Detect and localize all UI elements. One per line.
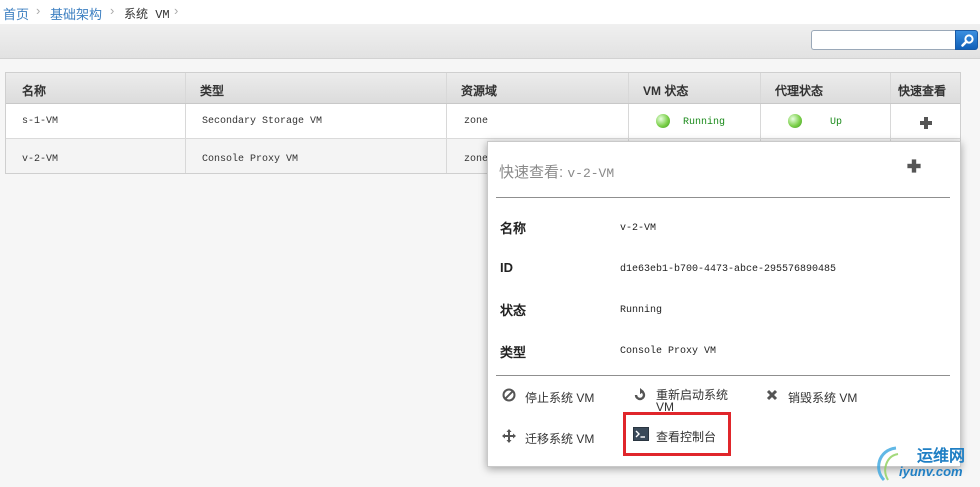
detail-label-type: 类型 (500, 345, 527, 360)
watermark-cn: 运维网 (917, 448, 966, 465)
vm-state: Running (683, 117, 726, 128)
destroy-x-icon (766, 389, 778, 401)
breadcrumb-current: 系统 VM (124, 8, 170, 22)
detail-label-state: 状态 (500, 303, 527, 318)
vm-zone: zone (464, 154, 489, 165)
quickview-panel: 快速查看: v-2-VM 名称 v-2-VM ID d1e63eb1-b700-… (487, 141, 961, 467)
table-header-row: 名称 类型 资源域 VM 状态 代理状态 快速查看 (6, 73, 960, 104)
detail-value-state: Running (620, 305, 663, 316)
column-header-agent-state[interactable]: 代理状态 (761, 73, 891, 103)
detail-value-name: v-2-VM (620, 223, 657, 234)
detail-label-name: 名称 (500, 221, 527, 236)
breadcrumb: 首页 › 基础架构 › 系统 VM › (0, 0, 980, 24)
quickview-plus-icon[interactable] (920, 117, 932, 129)
vm-zone: zone (464, 116, 489, 127)
quickview-expand-plus-icon[interactable] (907, 159, 921, 173)
divider (496, 375, 950, 376)
breadcrumb-separator-icon: › (36, 3, 41, 18)
column-header-name[interactable]: 名称 (6, 73, 186, 103)
detail-label-id: ID (500, 260, 513, 275)
vm-type: Secondary Storage VM (202, 116, 323, 127)
divider (496, 197, 950, 198)
agent-up-status-icon (788, 114, 802, 128)
breadcrumb-separator-icon: › (110, 3, 115, 18)
column-header-zone[interactable]: 资源域 (447, 73, 629, 103)
breadcrumb-infrastructure[interactable]: 基础架构 (50, 4, 102, 23)
reboot-icon (634, 388, 646, 401)
move-arrows-icon (502, 429, 516, 443)
search-button[interactable] (955, 30, 978, 50)
vm-name: v-2-VM (22, 154, 59, 165)
quickview-title: 快速查看: v-2-VM (499, 164, 615, 181)
breadcrumb-home[interactable]: 首页 (3, 4, 29, 23)
column-header-type[interactable]: 类型 (186, 73, 447, 103)
search-icon (961, 34, 974, 47)
watermark-logo: 运维网 iyunv.com (872, 440, 972, 484)
stop-icon (502, 388, 516, 402)
console-icon (633, 427, 649, 441)
agent-state: Up (830, 117, 843, 128)
breadcrumb-separator-icon: › (174, 3, 179, 18)
column-header-quickview: 快速查看 (898, 84, 947, 98)
vm-type: Console Proxy VM (202, 154, 299, 165)
toolbar (0, 24, 980, 59)
vm-name: s-1-VM (22, 116, 59, 127)
search-input[interactable] (811, 30, 960, 50)
running-status-icon (656, 114, 670, 128)
detail-value-id: d1e63eb1-b700-4473-abce-295576890485 (620, 264, 837, 275)
column-header-vm-state[interactable]: VM 状态 (629, 73, 761, 103)
watermark-domain: iyunv.com (899, 464, 963, 479)
detail-value-type: Console Proxy VM (620, 346, 717, 357)
table-row[interactable]: s-1-VM Secondary Storage VM zone Running… (6, 104, 960, 139)
